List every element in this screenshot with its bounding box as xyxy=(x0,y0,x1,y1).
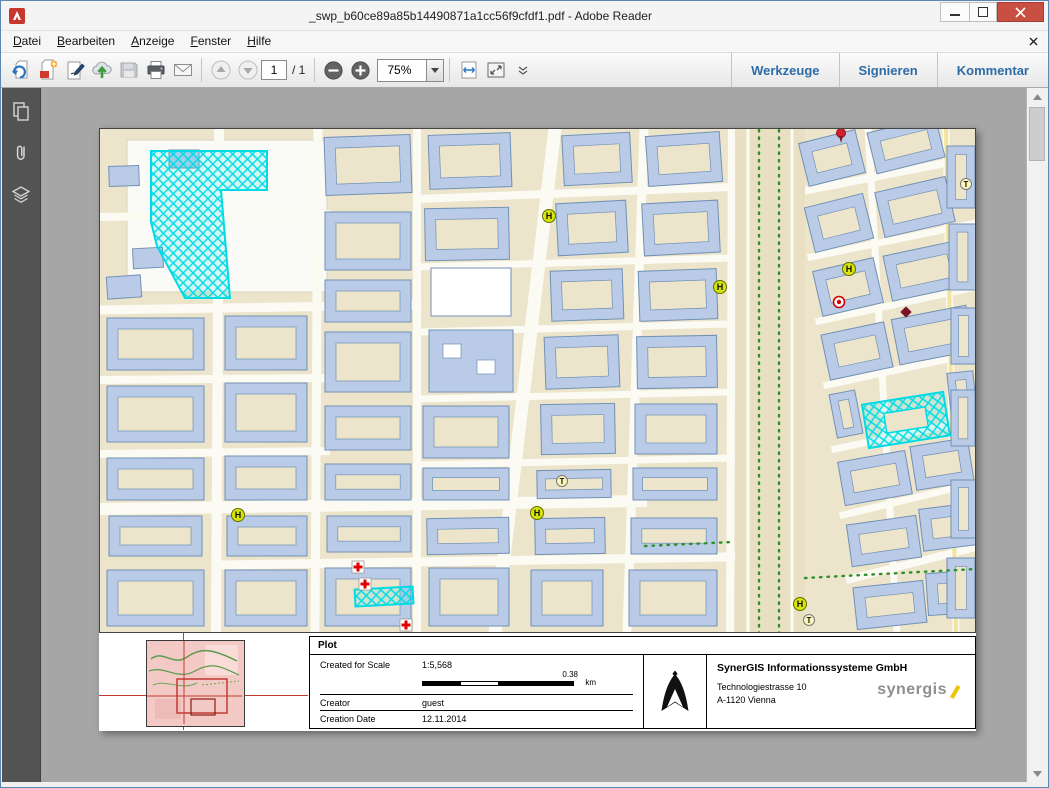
save-button[interactable] xyxy=(115,57,142,84)
print-button[interactable] xyxy=(142,57,169,84)
sign-document-icon xyxy=(64,59,86,81)
synergis-logo: synergis xyxy=(877,681,961,699)
north-arrow xyxy=(643,655,707,728)
previous-page-icon xyxy=(210,59,232,81)
reading-mode-icon xyxy=(485,59,507,81)
print-icon xyxy=(145,59,167,81)
next-page-icon xyxy=(237,59,259,81)
svg-text:H: H xyxy=(846,264,853,274)
scale-bar: 0.38 km xyxy=(422,681,574,686)
zoom-level-select[interactable]: 75% xyxy=(377,59,444,82)
reading-mode-button[interactable] xyxy=(482,57,509,84)
city-map-canvas[interactable]: HHHHHHTTT xyxy=(99,128,976,633)
menu-bearbeiten[interactable]: Bearbeiten xyxy=(49,32,123,51)
paperclip-icon xyxy=(11,143,31,163)
fit-width-button[interactable] xyxy=(455,57,482,84)
fit-width-icon xyxy=(458,59,480,81)
svg-text:H: H xyxy=(235,510,242,520)
scroll-down-icon xyxy=(1033,771,1042,777)
save-icon xyxy=(118,59,140,81)
tools-panel-button[interactable]: Werkzeuge xyxy=(731,53,838,87)
close-button[interactable] xyxy=(997,2,1044,22)
scale-unit: km xyxy=(585,678,596,687)
creation-date-value: 12.11.2014 xyxy=(422,714,466,724)
minimize-icon xyxy=(950,7,960,17)
adobe-reader-app-icon xyxy=(9,8,25,24)
scroll-up-icon xyxy=(1033,94,1042,100)
more-tools-chevron-icon xyxy=(518,66,528,75)
email-button[interactable] xyxy=(169,57,196,84)
page-thumbnails-button[interactable] xyxy=(10,100,32,122)
scale-label: Created for Scale xyxy=(320,660,422,670)
email-icon xyxy=(172,59,194,81)
zoom-out-button[interactable] xyxy=(320,57,347,84)
previous-page-button[interactable] xyxy=(207,57,234,84)
pdf-page[interactable]: HHHHHHTTT xyxy=(99,128,976,731)
sign-panel-button[interactable]: Signieren xyxy=(839,53,937,87)
create-pdf-icon xyxy=(37,59,59,81)
overview-map xyxy=(146,640,245,727)
more-tools-button[interactable] xyxy=(509,57,536,84)
svg-text:H: H xyxy=(717,282,724,292)
titlebar[interactable]: _swp_b60ce89a85b14490871a1cc56f9cfdf1.pd… xyxy=(1,1,1048,31)
svg-text:H: H xyxy=(797,599,804,609)
navigation-sidebar xyxy=(2,88,41,782)
menubar-close-button[interactable] xyxy=(1029,37,1038,46)
creation-date-label: Creation Date xyxy=(320,714,422,724)
menubar-close-icon xyxy=(1029,37,1038,46)
scroll-down-button[interactable] xyxy=(1027,765,1047,782)
scale-value: 1:5,568 xyxy=(422,660,452,670)
close-icon xyxy=(1015,7,1026,18)
menu-fenster[interactable]: Fenster xyxy=(182,32,239,51)
maximize-icon xyxy=(978,7,988,17)
attachments-button[interactable] xyxy=(10,142,32,164)
page-count-label: / 1 xyxy=(292,63,305,77)
menu-anzeige[interactable]: Anzeige xyxy=(123,32,182,51)
zoom-in-icon xyxy=(350,60,371,81)
svg-text:T: T xyxy=(964,180,969,189)
toolbar: / 1 75% Werkzeuge Signieren Kommentar xyxy=(1,53,1048,88)
plot-info-box: Plot Created for Scale 1:5,568 xyxy=(309,636,976,729)
zoom-dropdown-arrow[interactable] xyxy=(426,60,443,81)
open-file-button[interactable] xyxy=(7,57,34,84)
scrollbar-thumb[interactable] xyxy=(1029,107,1045,161)
maximize-button[interactable] xyxy=(969,2,997,22)
page-number-input[interactable] xyxy=(261,60,287,80)
adobe-reader-window: _swp_b60ce89a85b14490871a1cc56f9cfdf1.pd… xyxy=(0,0,1049,788)
svg-text:T: T xyxy=(560,477,565,486)
upload-cloud-icon xyxy=(91,59,113,81)
sign-document-button[interactable] xyxy=(61,57,88,84)
creator-label: Creator xyxy=(320,698,422,708)
menu-hilfe[interactable]: Hilfe xyxy=(239,32,279,51)
open-file-icon xyxy=(10,59,32,81)
svg-text:T: T xyxy=(807,616,812,625)
svg-text:H: H xyxy=(534,508,541,518)
zoom-in-button[interactable] xyxy=(347,57,374,84)
layers-button[interactable] xyxy=(10,184,32,206)
vertical-scrollbar[interactable] xyxy=(1026,88,1047,782)
synergis-logo-mark-icon xyxy=(948,684,961,699)
plot-footer: Plot Created for Scale 1:5,568 xyxy=(99,633,976,730)
zoom-out-icon xyxy=(323,60,344,81)
scale-distance: 0.38 xyxy=(562,670,578,679)
create-pdf-button[interactable] xyxy=(34,57,61,84)
layers-icon xyxy=(11,185,31,205)
menubar: Datei Bearbeiten Anzeige Fenster Hilfe xyxy=(1,31,1048,53)
upload-cloud-button[interactable] xyxy=(88,57,115,84)
window-title: _swp_b60ce89a85b14490871a1cc56f9cfdf1.pd… xyxy=(31,9,930,23)
page-thumbnails-icon xyxy=(11,101,31,121)
comment-panel-button[interactable]: Kommentar xyxy=(937,53,1048,87)
menu-datei[interactable]: Datei xyxy=(5,32,49,51)
scroll-up-button[interactable] xyxy=(1027,88,1047,105)
plot-title: Plot xyxy=(310,637,975,655)
creator-value: guest xyxy=(422,698,444,708)
chevron-down-icon xyxy=(431,68,439,73)
document-area[interactable]: HHHHHHTTT xyxy=(41,88,1026,782)
zoom-level-value: 75% xyxy=(378,60,426,81)
minimize-button[interactable] xyxy=(940,2,969,22)
company-name: SynerGIS Informationssysteme GmbH xyxy=(717,662,965,674)
next-page-button[interactable] xyxy=(234,57,261,84)
svg-text:H: H xyxy=(546,211,553,221)
synergis-logo-text: synergis xyxy=(877,681,947,699)
